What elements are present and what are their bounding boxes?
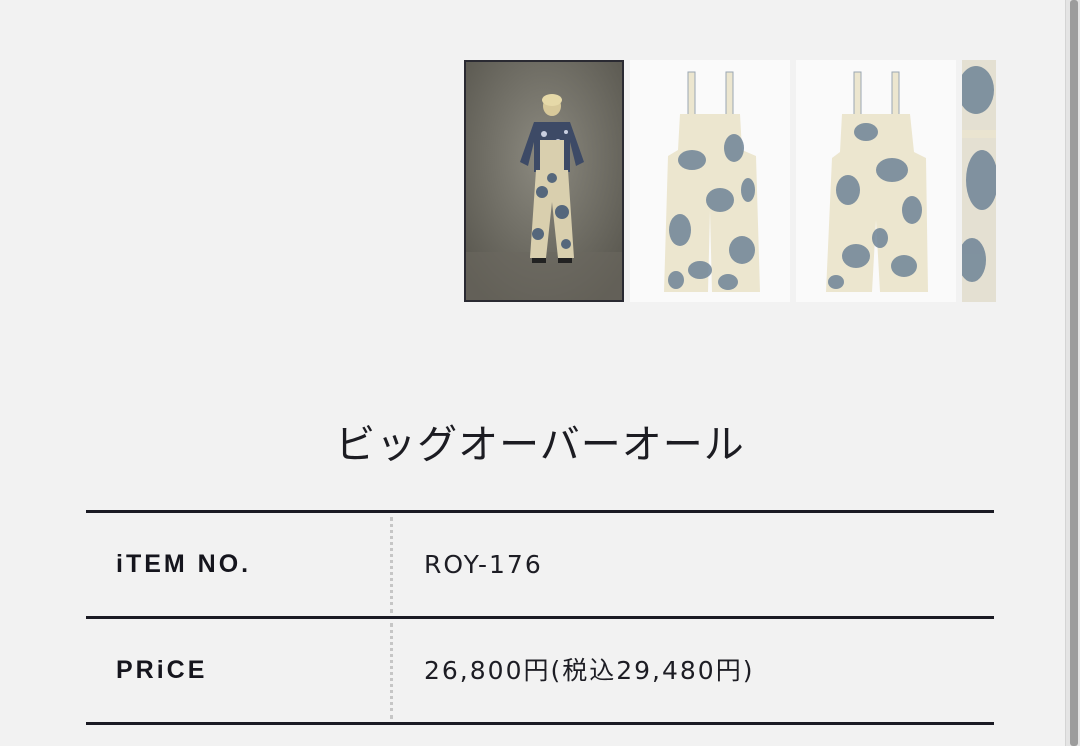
spec-row-item-no: iTEM NO. ROY-176 <box>86 513 994 619</box>
scrollbar-thumb[interactable] <box>1070 0 1078 746</box>
thumbnail-model-photo[interactable] <box>464 60 624 302</box>
price-label: PRiCE <box>116 656 208 684</box>
product-page: ビッグオーバーオール iTEM NO. ROY-176 PRiCE 26,800… <box>0 0 1080 746</box>
thumbnail-back-view[interactable] <box>796 60 956 302</box>
overall-back-image <box>796 60 956 302</box>
item-no-value: ROY-176 <box>424 550 543 579</box>
model-photo-image <box>466 62 622 300</box>
overall-detail-image <box>962 60 996 302</box>
spec-table: iTEM NO. ROY-176 PRiCE 26,800円(税込29,480円… <box>86 510 994 725</box>
overall-front-image <box>630 60 790 302</box>
spec-row-price: PRiCE 26,800円(税込29,480円) <box>86 619 994 725</box>
price-value: 26,800円(税込29,480円) <box>424 656 755 685</box>
thumbnail-detail-view[interactable] <box>962 60 996 302</box>
product-title: ビッグオーバーオール <box>335 422 745 468</box>
spec-divider <box>390 517 393 613</box>
vertical-scrollbar[interactable] <box>1065 0 1080 746</box>
item-no-label: iTEM NO. <box>116 550 252 578</box>
thumbnail-gallery[interactable] <box>464 60 996 302</box>
spec-divider <box>390 623 393 719</box>
thumbnail-front-view[interactable] <box>630 60 790 302</box>
